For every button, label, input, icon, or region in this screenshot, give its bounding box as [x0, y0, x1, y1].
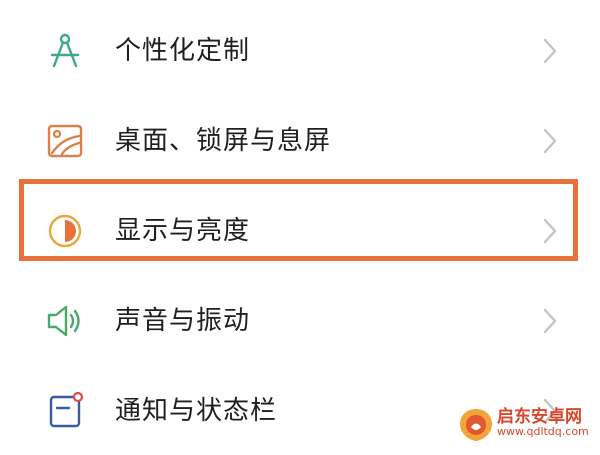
watermark: 启东安卓网 www.qdltdq.com: [457, 400, 592, 448]
settings-item-label: 个性化定制: [115, 36, 251, 66]
notification-icon: [44, 390, 86, 432]
highlight-box: [19, 179, 578, 261]
chevron-right-icon: [538, 305, 562, 337]
settings-item-label: 桌面、锁屏与息屏: [115, 126, 332, 156]
watermark-url: www.qdltdq.com: [497, 425, 589, 438]
settings-item-label: 通知与状态栏: [115, 396, 278, 426]
settings-item-personalization[interactable]: 个性化定制: [0, 5, 600, 95]
settings-item-desktop-lockscreen[interactable]: 桌面、锁屏与息屏: [0, 95, 600, 185]
speaker-icon: [44, 300, 86, 342]
watermark-logo-icon: [457, 406, 495, 444]
compass-icon: [44, 30, 86, 72]
settings-item-label: 声音与振动: [115, 306, 251, 336]
settings-item-sound-vibration[interactable]: 声音与振动: [0, 275, 600, 365]
watermark-title: 启东安卓网: [497, 407, 582, 427]
chevron-right-icon: [538, 125, 562, 157]
chevron-right-icon: [538, 35, 562, 67]
wallpaper-icon: [44, 120, 86, 162]
